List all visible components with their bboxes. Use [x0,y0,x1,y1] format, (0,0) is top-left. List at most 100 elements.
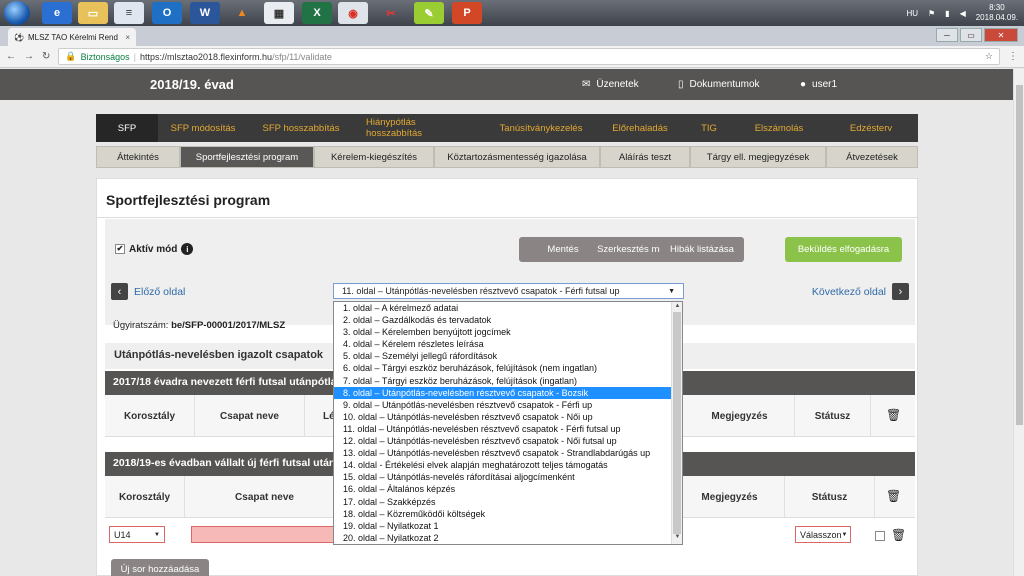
page-option[interactable]: 17. oldal – Szakképzés [334,496,672,508]
subnav-koztartozasmentesseg[interactable]: Köztartozásmentesség igazolása [434,146,600,168]
nav-elszamolas[interactable]: Elszámolás [734,114,824,142]
scroll-up-icon[interactable]: ▲ [672,303,683,312]
documents-link[interactable]: ▯ Dokumentumok [678,79,760,90]
messages-label: Üzenetek [596,79,639,90]
next-page-link[interactable]: Következő oldal › [812,283,909,300]
envelope-icon: ✉ [582,79,591,90]
close-window-button[interactable]: ✕ [984,28,1018,42]
submit-button[interactable]: Beküldés elfogadásra [785,237,902,262]
page-select-dropdown[interactable]: 1. oldal – A kérelmező adatai 2. oldal – … [333,301,683,545]
add-row-button[interactable]: Új sor hozzáadása [111,559,209,576]
table2-col-csapat-neve: Csapat neve [185,476,345,518]
dropdown-scrollbar[interactable]: ▲ ▼ [671,302,682,544]
excel-icon[interactable]: X [302,2,332,24]
url-field[interactable]: 🔒 Biztonságos | https://mlsztao2018.flex… [58,48,1000,65]
user-icon: ● [800,79,807,90]
page-option[interactable]: 1. oldal – A kérelmező adatai [334,302,672,314]
vlc-icon[interactable]: ▲ [227,2,257,24]
subnav-sportfejlesztesi-program[interactable]: Sportfejlesztési program [180,146,314,168]
page-option[interactable]: 6. oldal – Tárgyi eszköz beruházások, fe… [334,362,672,374]
browser-menu-icon[interactable]: ⋮ [1008,51,1018,62]
page-select-value: 11. oldal – Utánpótlás-nevelésben résztv… [342,286,620,296]
forward-icon[interactable]: → [24,51,34,62]
nav-hianypotlas-hosszabbitas[interactable]: Hiánypótlás hosszabbítás [354,114,486,142]
page-option[interactable]: 5. oldal – Személyi jellegű ráfordítások [334,350,672,362]
page-option[interactable]: 11. oldal – Utánpótlás-nevelésben résztv… [334,423,672,435]
scroll-down-icon[interactable]: ▼ [672,534,683,543]
trash-icon[interactable]: 🗑 [886,490,901,502]
page-option[interactable]: 2. oldal – Gazdálkodás és tervadatok [334,314,672,326]
flag-icon[interactable]: ⚑ [928,9,935,18]
windows-taskbar: e ▭ ≡ O W ▲ ▦ X ◉ ✂ ✎ P HU ⚑ ▮ ◀ 8:30 20… [0,0,1024,26]
page-option[interactable]: 9. oldal – Utánpótlás-nevelésben résztve… [334,399,672,411]
explorer-icon[interactable]: ▭ [78,2,108,24]
nav-eloerehaladas[interactable]: Előrehaladás [596,114,684,142]
page-option[interactable]: 8. oldal – Utánpótlás-nevelésben résztve… [334,386,672,399]
calculator-icon[interactable]: ▦ [264,2,294,24]
subnav-attekintes[interactable]: Áttekintés [96,146,180,168]
clock-date: 2018.04.09. [975,13,1018,22]
start-button[interactable] [4,1,30,25]
page-scrollbar[interactable] [1013,69,1024,576]
browser-tab[interactable]: ⚽ MLSZ TAO Kérelmi Rend × [8,28,136,46]
language-indicator[interactable]: HU [906,9,918,18]
word-icon[interactable]: W [190,2,220,24]
active-mode-checkbox[interactable]: ✔ [115,244,125,254]
page-option[interactable]: 3. oldal – Kérelemben benyújtott jogcíme… [334,326,672,338]
chrome-icon[interactable]: ◉ [338,2,368,24]
dropdown-scrollbar-thumb[interactable] [673,312,681,534]
user-menu[interactable]: ● user1 [800,79,837,90]
subnav-targy-ell-megjegyzesek[interactable]: Tárgy ell. megjegyzések [690,146,826,168]
page-option[interactable]: 15. oldal – Utánpótlás-nevelés ráfordítá… [334,471,672,483]
row-checkbox[interactable] [875,531,885,541]
active-mode-toggle[interactable]: ✔ Aktív mód i [115,243,194,255]
snipping-tool-icon[interactable]: ✂ [376,2,406,24]
back-icon[interactable]: ← [6,51,16,62]
messages-link[interactable]: ✉ Üzenetek [582,79,639,90]
page-option[interactable]: 12. oldal – Utánpótlás-nevelésben résztv… [334,435,672,447]
page-option[interactable]: 7. oldal – Tárgyi eszköz beruházások, fe… [334,375,672,387]
page-option[interactable]: 20. oldal – Nyilatkozat 2 [334,532,672,544]
page-option[interactable]: 4. oldal – Kérelem részletes leírása [334,338,672,350]
notepad-icon[interactable]: ≡ [114,2,144,24]
nav-sfp-modositas[interactable]: SFP módosítás [158,114,248,142]
age-group-select[interactable]: U14 ▼ [109,526,165,543]
info-icon[interactable]: i [181,243,194,255]
bookmark-star-icon[interactable]: ☆ [985,51,993,62]
active-mode-label: Aktív mód [129,243,178,255]
trash-icon[interactable]: 🗑 [886,409,901,421]
page-scrollbar-thumb[interactable] [1016,85,1023,425]
subnav-kerelem-kiegeszites[interactable]: Kérelem-kiegészítés [314,146,434,168]
volume-icon[interactable]: ◀ [960,9,966,18]
team-name-input[interactable] [191,526,341,543]
list-errors-button[interactable]: Hibák listázása [660,237,744,262]
outlook-icon[interactable]: O [152,2,182,24]
previous-page-link[interactable]: ‹ Előző oldal [111,283,185,300]
powerpoint-icon[interactable]: P [452,2,482,24]
page-option[interactable]: 19. oldal – Nyilatkozat 1 [334,520,672,532]
subnav-alairas-teszt[interactable]: Aláírás teszt [600,146,690,168]
nav-tig[interactable]: TIG [684,114,734,142]
trash-icon[interactable]: 🗑 [891,529,906,541]
close-tab-icon[interactable]: × [125,33,130,42]
nav-sfp-hosszabbitas[interactable]: SFP hosszabbítás [248,114,354,142]
page-option[interactable]: 16. oldal – Általános képzés [334,483,672,495]
clock[interactable]: 8:30 2018.04.09. [976,3,1018,23]
page-option[interactable]: 14. oldal - Értékelési elvek alapján meg… [334,459,672,471]
minimize-button[interactable]: ─ [936,28,958,42]
nav-sfp[interactable]: SFP [96,114,158,142]
reload-icon[interactable]: ↻ [42,51,50,62]
page-option[interactable]: 10. oldal – Utánpótlás-nevelésben résztv… [334,411,672,423]
status-value: Válasszon [800,529,842,540]
nav-tanusitvanykezeles[interactable]: Tanúsítványkezelés [486,114,596,142]
status-select[interactable]: Válasszon ▼ [795,526,851,543]
ie-icon[interactable]: e [42,2,72,24]
page-select[interactable]: 11. oldal – Utánpótlás-nevelésben résztv… [333,283,684,299]
page-option[interactable]: 18. oldal – Közreműködői költségek [334,508,672,520]
subnav-atvezetesek[interactable]: Átvezetések [826,146,918,168]
nav-edzesterv[interactable]: Edzésterv [824,114,918,142]
maximize-button[interactable]: ▭ [960,28,982,42]
app-icon[interactable]: ✎ [414,2,444,24]
page-option[interactable]: 13. oldal – Utánpótlás-nevelésben résztv… [334,447,672,459]
network-icon[interactable]: ▮ [945,9,949,18]
